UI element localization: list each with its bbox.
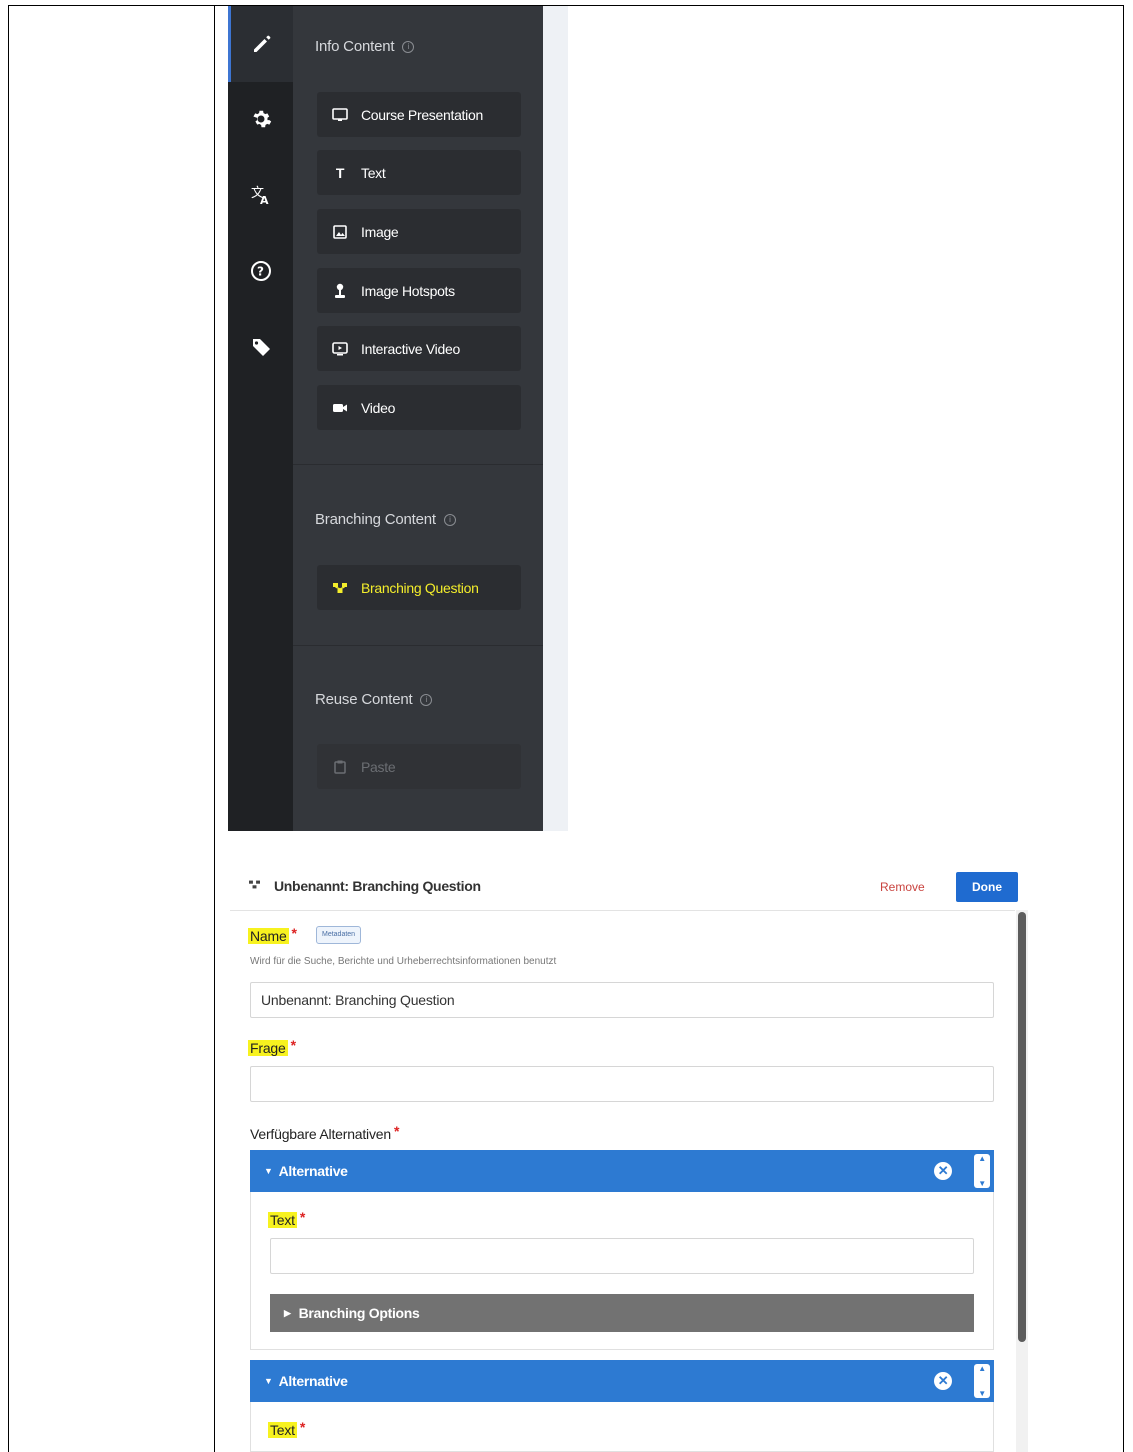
- reorder-icon[interactable]: ▲ ▼: [974, 1154, 990, 1188]
- metadata-button[interactable]: Metadaten: [316, 926, 362, 944]
- clipboard-icon: [331, 758, 349, 776]
- branching-icon: [248, 879, 261, 893]
- required-marker: *: [291, 925, 297, 941]
- interactive-video-icon: [331, 340, 349, 358]
- ctype-video[interactable]: Video: [317, 385, 521, 430]
- svg-text:?: ?: [257, 265, 264, 279]
- alternative-header[interactable]: ▼ Alternative ✕ ▲ ▼: [250, 1360, 994, 1402]
- question-input[interactable]: [250, 1066, 994, 1102]
- section-divider: [293, 464, 543, 465]
- ctype-paste: Paste: [317, 744, 521, 789]
- svg-text:A: A: [260, 194, 269, 207]
- icon-rail: 文A ?: [228, 6, 293, 831]
- required-marker: *: [393, 1123, 400, 1139]
- scrollbar-thumb[interactable]: [1018, 912, 1026, 1342]
- help-icon: ?: [250, 261, 271, 281]
- rail-item-settings[interactable]: [228, 81, 293, 157]
- ctype-interactive-video[interactable]: Interactive Video: [317, 326, 521, 371]
- rail-item-help[interactable]: ?: [228, 233, 293, 309]
- rail-item-edit[interactable]: [228, 6, 293, 82]
- name-description: Wird für die Suche, Berichte und Urheber…: [250, 956, 557, 967]
- remove-alternative-icon[interactable]: ✕: [934, 1372, 952, 1390]
- info-icon[interactable]: i: [420, 693, 433, 706]
- branching-icon: [331, 579, 349, 597]
- ctype-image[interactable]: Image: [317, 209, 521, 254]
- ctype-branching-question[interactable]: Branching Question: [317, 565, 521, 610]
- branching-question-form: Unbenannt: Branching Question Remove Don…: [230, 864, 1030, 1452]
- remove-button[interactable]: Remove: [880, 880, 925, 894]
- required-marker: *: [290, 1037, 296, 1053]
- name-input[interactable]: Unbenannt: Branching Question: [250, 982, 994, 1018]
- content-type-menu: 文A ? Info Content i Course Presentation T…: [228, 6, 568, 831]
- video-icon: [331, 399, 349, 417]
- rail-item-tags[interactable]: [228, 309, 293, 385]
- caret-right-icon: ▶: [284, 1307, 291, 1318]
- ctype-text[interactable]: T Text: [317, 150, 521, 195]
- ctype-image-hotspots[interactable]: Image Hotspots: [317, 268, 521, 313]
- alternative-text-input[interactable]: [270, 1238, 974, 1274]
- section-title-info-content: Info Content i: [315, 38, 415, 55]
- reorder-icon[interactable]: ▲ ▼: [974, 1364, 990, 1398]
- pencil-icon: [254, 35, 271, 52]
- table-border-right: [1123, 5, 1124, 1452]
- content-type-pane: Info Content i Course Presentation T Text…: [293, 6, 543, 831]
- alternative-body: [250, 1402, 994, 1452]
- info-icon[interactable]: i: [443, 513, 456, 526]
- required-marker: *: [299, 1419, 306, 1435]
- form-title: Unbenannt: Branching Question: [274, 878, 481, 894]
- presentation-icon: [331, 106, 349, 124]
- text-icon: T: [335, 164, 345, 181]
- info-icon[interactable]: i: [402, 40, 415, 53]
- caret-down-icon: ▼: [264, 1166, 273, 1176]
- remove-alternative-icon[interactable]: ✕: [934, 1162, 952, 1180]
- tag-icon: [251, 339, 270, 356]
- section-divider: [293, 645, 543, 646]
- table-border-left: [8, 5, 9, 1452]
- translate-icon: 文A: [251, 186, 269, 207]
- done-button[interactable]: Done: [956, 872, 1018, 902]
- caret-down-icon: ▼: [264, 1376, 273, 1386]
- required-marker: *: [299, 1209, 306, 1225]
- gear-icon: [252, 110, 271, 128]
- section-title-branching-content: Branching Content i: [315, 511, 456, 528]
- branching-options-toggle[interactable]: ▶ Branching Options: [270, 1294, 974, 1332]
- section-title-reuse-content: Reuse Content i: [315, 691, 433, 708]
- ctype-course-presentation[interactable]: Course Presentation: [317, 92, 521, 137]
- image-icon: [331, 223, 349, 241]
- hotspot-icon: [331, 282, 349, 300]
- name-label: Name *: [248, 925, 297, 944]
- question-label: Frage *: [248, 1037, 296, 1056]
- alternative-header[interactable]: ▼ Alternative ✕ ▲ ▼: [250, 1150, 994, 1192]
- table-border-divider: [214, 5, 215, 1452]
- form-header: Unbenannt: Branching Question Remove Don…: [230, 864, 1018, 911]
- alternative-text-label: Text *: [268, 1419, 306, 1438]
- alternatives-label: Verfügbare Alternativen *: [250, 1123, 400, 1142]
- alternative-text-label: Text *: [268, 1209, 306, 1228]
- rail-item-translate[interactable]: 文A: [228, 157, 293, 233]
